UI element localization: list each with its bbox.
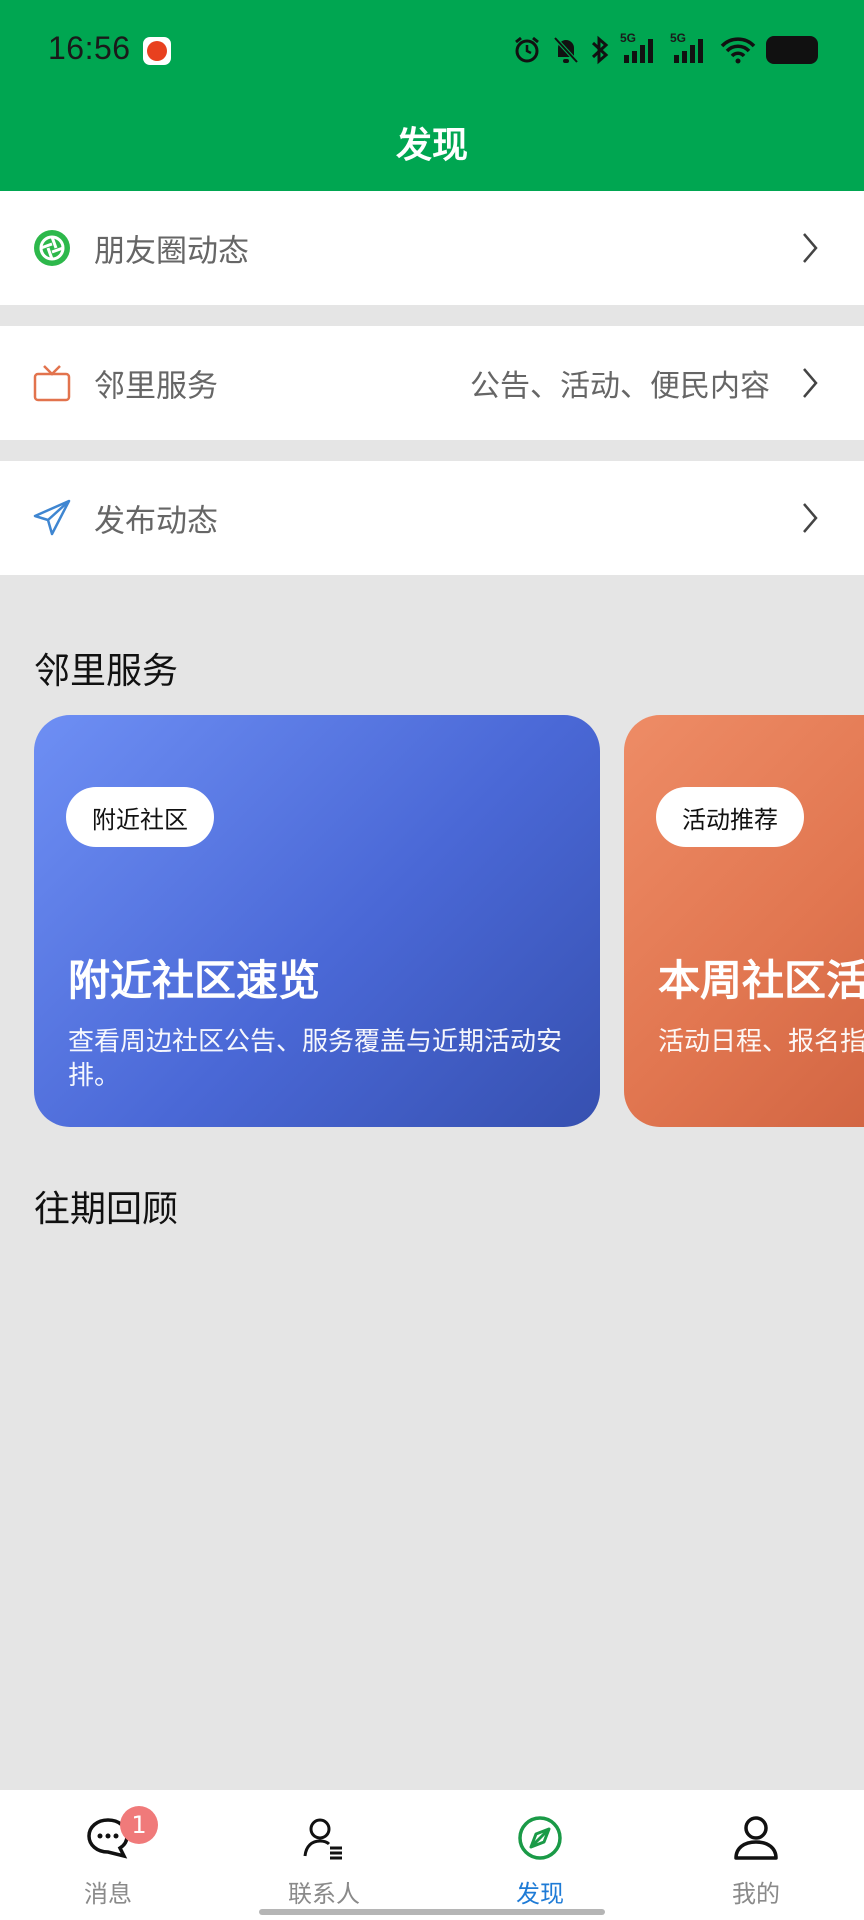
discover-screen: 16:56 5G 5G 发现 朋友圈动态 邻里服务 公告、活动、便民内容 发布动… [0, 0, 864, 1920]
card-description: 活动日程、报名指南与参与提示。 [658, 1027, 864, 1057]
section-title-review: 往期回顾 [34, 1189, 179, 1230]
signal-2: 5G [670, 31, 710, 65]
tv-icon [32, 363, 72, 403]
header: 16:56 5G 5G 发现 [0, 0, 864, 191]
menu-sublabel: 公告、活动、便民内容 [470, 369, 770, 404]
nav-contacts[interactable]: 联系人 [216, 1790, 432, 1920]
mute-bell-icon [553, 36, 579, 64]
card-activity-recommend[interactable]: 活动推荐 本周社区活动 活动日程、报名指南与参与提示。 [624, 715, 864, 1127]
nav-label: 我的 [732, 1880, 780, 1908]
menu-row-services[interactable]: 邻里服务 公告、活动、便民内容 [0, 326, 864, 440]
send-icon [32, 498, 72, 538]
status-bar: 16:56 5G 5G [0, 0, 864, 100]
card-nearby-community[interactable]: 附近社区 附近社区速览 查看周边社区公告、服务覆盖与近期活动安排。 [34, 715, 600, 1127]
card-description: 查看周边社区公告、服务覆盖与近期活动安排。 [68, 1027, 563, 1091]
card-title: 本周社区活动 [658, 956, 864, 1005]
bluetooth-icon [591, 35, 609, 65]
card-title: 附近社区速览 [68, 956, 321, 1005]
alarm-icon [515, 36, 539, 63]
nav-messages[interactable]: 1 消息 [0, 1790, 216, 1920]
nav-label: 发现 [516, 1880, 564, 1908]
battery-icon [766, 36, 818, 64]
nav-label: 联系人 [288, 1880, 360, 1908]
compass-icon [518, 1816, 562, 1860]
menu-row-moments[interactable]: 朋友圈动态 [0, 191, 864, 305]
moments-icon [32, 228, 72, 268]
nav-me[interactable]: 我的 [648, 1790, 864, 1920]
nav-discover[interactable]: 发现 [432, 1790, 648, 1920]
menu-row-post[interactable]: 发布动态 [0, 461, 864, 575]
menu-label: 发布动态 [94, 503, 218, 540]
chevron-right-icon [803, 368, 818, 398]
status-time: 16:56 [48, 30, 131, 66]
signal-bars-icon [674, 39, 703, 63]
section-title-services: 邻里服务 [34, 651, 179, 692]
signal-bars-icon [624, 39, 653, 63]
bottom-nav: 1 消息 联系人 发现 我的 [0, 1790, 864, 1920]
card-tag: 活动推荐 [656, 787, 804, 847]
page-title: 发现 [395, 125, 468, 166]
status-icons: 5G 5G [512, 31, 818, 68]
chevron-right-icon [803, 233, 818, 263]
card-tag: 附近社区 [66, 787, 214, 847]
signal-1: 5G [620, 31, 660, 65]
nav-label: 消息 [84, 1880, 132, 1908]
wifi-icon [720, 37, 756, 64]
app-notification-icon [143, 37, 171, 65]
home-indicator[interactable] [259, 1909, 605, 1915]
contacts-icon [303, 1818, 342, 1860]
unread-badge: 1 [120, 1806, 158, 1844]
person-icon [734, 1816, 778, 1860]
menu-label: 邻里服务 [94, 368, 218, 405]
chevron-right-icon [803, 503, 818, 533]
menu-label: 朋友圈动态 [94, 233, 249, 270]
